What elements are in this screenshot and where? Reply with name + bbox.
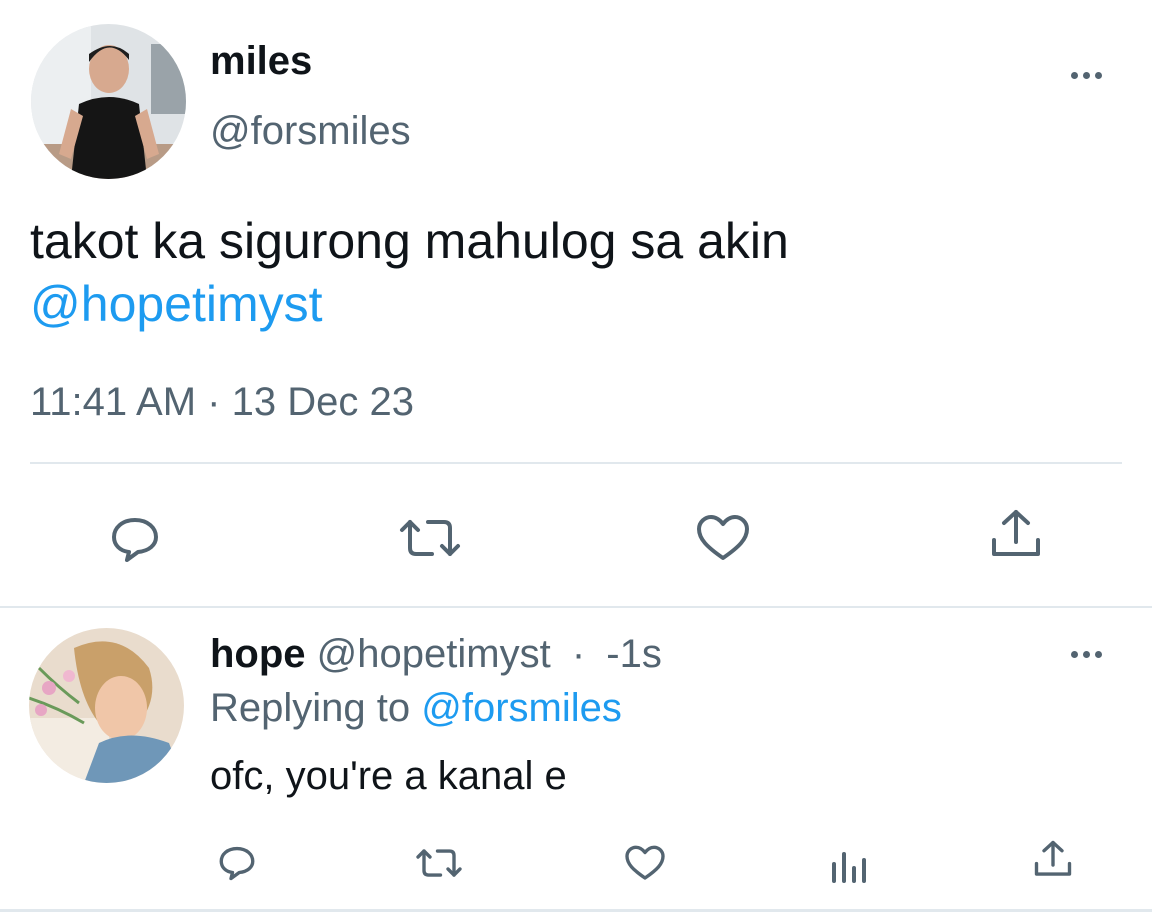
retweet-button[interactable] [398, 510, 462, 566]
heart-icon [697, 515, 749, 560]
tweet-timestamp[interactable]: 11:41 AM · 13 Dec 23 [30, 378, 414, 426]
share-icon [1034, 840, 1072, 876]
like-button[interactable] [624, 842, 666, 884]
reply-header: hope @hopetimyst · -1s [210, 628, 662, 680]
main-tweet: miles @forsmiles takot ka sigurong mahul… [0, 0, 1152, 608]
reply-icon [112, 518, 158, 562]
heart-icon [625, 845, 665, 880]
author-name[interactable]: miles [210, 38, 312, 84]
replying-to-label: Replying to [210, 686, 411, 730]
tweet-text: takot ka sigurong mahulog sa akin [30, 213, 789, 269]
reply-text: ofc, you're a kanal e [210, 754, 567, 798]
more-options-button[interactable] [1071, 651, 1102, 658]
divider [30, 462, 1122, 464]
reply-icon [219, 846, 255, 881]
avatar[interactable] [31, 24, 186, 179]
separator: · [207, 380, 221, 424]
retweet-icon [416, 849, 462, 877]
like-button[interactable] [695, 510, 751, 566]
avatar[interactable] [29, 628, 184, 783]
share-button[interactable] [1032, 838, 1074, 880]
author-handle[interactable]: @forsmiles [210, 106, 411, 156]
retweet-button[interactable] [415, 842, 463, 884]
more-options-button[interactable] [1071, 72, 1102, 79]
separator: · [571, 632, 586, 676]
author-handle[interactable]: @hopetimyst [317, 632, 551, 676]
reply-button[interactable] [107, 510, 163, 566]
share-button[interactable] [988, 506, 1044, 562]
analytics-button[interactable] [830, 848, 870, 884]
more-horizontal-icon [1071, 651, 1078, 658]
reply-button[interactable] [216, 841, 258, 883]
retweet-icon [400, 520, 460, 556]
replying-to-handle[interactable]: @forsmiles [421, 686, 622, 730]
analytics-icon [832, 852, 866, 883]
mention-link[interactable]: @hopetimyst [30, 275, 323, 333]
reply-tweet[interactable]: hope @hopetimyst · -1s Replying to @fors… [0, 608, 1152, 912]
share-icon [992, 510, 1040, 556]
replying-to: Replying to @forsmiles [210, 682, 622, 734]
more-horizontal-icon [1071, 72, 1078, 79]
author-name[interactable]: hope [210, 632, 306, 676]
tweet-date: 13 Dec 23 [231, 380, 414, 424]
tweet-time: 11:41 AM [30, 380, 197, 424]
reply-time[interactable]: -1s [606, 632, 662, 676]
